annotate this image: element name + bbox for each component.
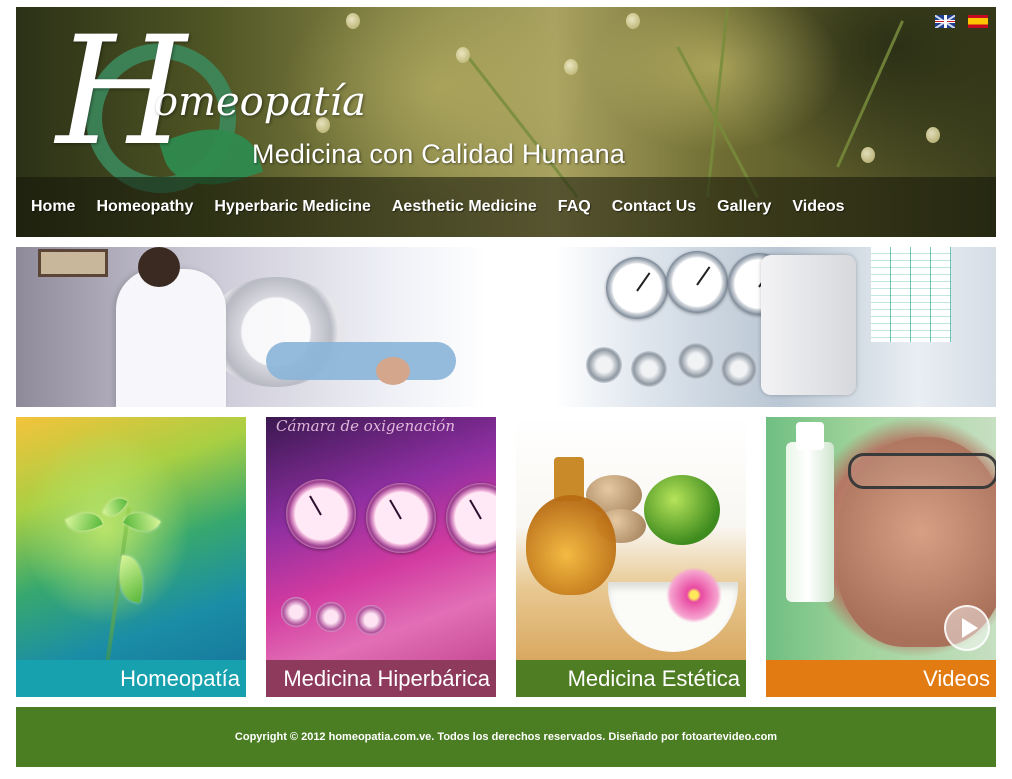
flower-bud: [564, 59, 578, 75]
wall-picture: [38, 249, 108, 277]
pressure-gauges-photo: Cámara de oxigenación: [266, 417, 496, 660]
tile-label: Videos: [766, 660, 996, 697]
flower-bud: [861, 147, 875, 163]
patient-head: [376, 357, 410, 385]
patient-figure: [266, 342, 456, 380]
valve-knob: [356, 605, 386, 635]
tile-label: Homeopatía: [16, 660, 246, 697]
spa-oils-photo: [516, 417, 746, 660]
footer: Copyright © 2012 homeopatia.com.ve. Todo…: [16, 707, 996, 767]
logo-wordmark: omeopatía: [154, 79, 366, 125]
spain-flag-icon[interactable]: [968, 15, 988, 28]
flower-bud: [626, 13, 640, 29]
nav-item-homeopathy[interactable]: Homeopathy: [96, 198, 193, 216]
remedy-vial: [786, 442, 834, 602]
pressure-gauge: [446, 483, 496, 553]
hero-banner-image: [16, 247, 996, 407]
tile-medicina-hiperbarica[interactable]: Cámara de oxigenación Medicina Hiperbári…: [266, 417, 496, 697]
plant-stem: [706, 7, 730, 198]
tile-medicina-estetica[interactable]: Medicina Estética: [516, 417, 746, 697]
nav-item-hyperbaric-medicine[interactable]: Hyperbaric Medicine: [214, 198, 371, 216]
nav-item-aesthetic-medicine[interactable]: Aesthetic Medicine: [392, 198, 537, 216]
nav-item-faq[interactable]: FAQ: [558, 198, 591, 216]
play-icon[interactable]: [944, 605, 990, 651]
doctor-glasses: [848, 453, 996, 489]
sprout-photo: [16, 417, 246, 660]
tile-label: Medicina Hiperbárica: [266, 660, 496, 697]
photo-caption: Cámara de oxigenación: [276, 417, 455, 435]
pressure-chart: [871, 247, 951, 342]
valve-knob: [631, 351, 667, 387]
flower-bud: [456, 47, 470, 63]
pressure-gauge: [666, 251, 728, 313]
valve-knob: [678, 343, 714, 379]
tile-videos[interactable]: Videos: [766, 417, 996, 697]
main-navigation: Home Homeopathy Hyperbaric Medicine Aest…: [16, 177, 996, 237]
leaf: [65, 506, 103, 538]
vial-cap: [796, 422, 824, 450]
oil-bottle: [526, 495, 616, 595]
nurse-figure: [116, 269, 226, 407]
orchid-flower: [666, 567, 722, 623]
copyright-text: Copyright © 2012 homeopatia.com.ve. Todo…: [234, 731, 778, 743]
header-banner: H omeopatía Medicina con Calidad Humana …: [16, 7, 996, 237]
valve-knob: [586, 347, 622, 383]
intercom-phone: [761, 255, 856, 395]
valve-knob: [721, 351, 757, 387]
doctor-vial-photo: [766, 417, 996, 660]
nav-item-videos[interactable]: Videos: [792, 198, 844, 216]
site-tagline: Medicina con Calidad Humana: [252, 139, 626, 169]
language-switcher: [935, 15, 988, 28]
valve-knob: [281, 597, 311, 627]
valve-knob: [316, 602, 346, 632]
tile-homeopatia[interactable]: Homeopatía: [16, 417, 246, 697]
flower-bud: [926, 127, 940, 143]
plant-stem: [836, 20, 904, 168]
plant-stem: [676, 46, 759, 198]
nav-item-contact-us[interactable]: Contact Us: [612, 198, 696, 216]
nurse-head: [138, 247, 180, 287]
tile-label: Medicina Estética: [516, 660, 746, 697]
leaf: [102, 493, 128, 521]
flower-bud: [346, 13, 360, 29]
pressure-gauge: [286, 479, 356, 549]
uk-flag-icon[interactable]: [935, 15, 955, 28]
pressure-gauge: [606, 257, 668, 319]
nav-item-gallery[interactable]: Gallery: [717, 198, 771, 216]
pressure-gauge: [366, 483, 436, 553]
nav-item-home[interactable]: Home: [31, 198, 75, 216]
lime: [644, 475, 720, 545]
